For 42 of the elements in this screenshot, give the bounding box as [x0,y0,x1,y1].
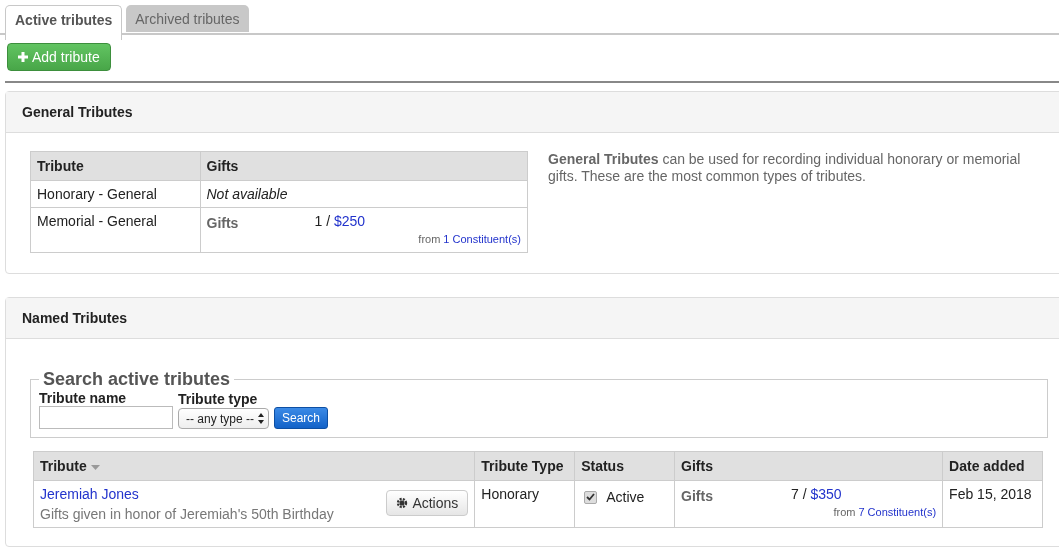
gifts-label: Gifts [681,487,714,504]
panel-title: Named Tributes [6,298,1059,339]
constituents-link[interactable]: 7 Constituent(s) [858,506,937,518]
tribute-type-cell: Honorary [474,480,575,528]
tribute-note: Gifts given in honor of Jeremiah's 50th Birthday [40,506,334,522]
tribute-type-select[interactable]: -- any type -- [178,408,269,429]
amount-link[interactable]: $350 [810,486,842,502]
column-header[interactable]: Tribute [33,451,475,481]
column-header: Date added [942,451,1043,481]
actions-button[interactable]: Actions [386,490,469,516]
amount-link[interactable]: $250 [333,213,366,229]
column-header: Tribute [30,151,200,181]
constituents-link[interactable]: 1 Constituent(s) [443,233,521,245]
gift-count: 7 / [791,486,808,502]
from-text: from [833,506,856,518]
updown-icon [258,413,264,424]
tab[interactable]: Active tributes [5,5,123,40]
tribute-name-input[interactable] [39,406,173,429]
gear-icon [396,497,409,509]
tab[interactable]: Archived tributes [126,5,249,32]
column-header: Status [574,451,675,481]
gift-count: 1 / [314,213,332,229]
sort-caret-icon [90,464,100,470]
tribute-link[interactable]: Jeremiah Jones [40,486,139,502]
not-available-text: Not available [206,186,288,202]
search-legend: Search active tributes [39,369,235,390]
plus-icon [18,52,28,62]
field-label: Tribute type [178,391,259,407]
panel-title: General Tributes [6,92,1059,133]
description-text: General Tributes can be used for recording individual honorary or memorial gifts. These are the most common types of tributes. [548,151,1022,186]
column-header: Gifts [200,151,528,181]
search-button[interactable]: Search [274,407,329,429]
gifts-label: Gifts [206,214,240,231]
active-checkbox[interactable] [584,490,598,504]
tribute-cell: Memorial - General [30,207,200,253]
status-text: Active [606,489,645,505]
column-header: Gifts [674,451,943,481]
column-header: Tribute Type [474,451,575,481]
field-label: Tribute name [39,390,128,406]
from-text: from [418,233,441,245]
date-cell: Feb 15, 2018 [942,480,1043,528]
tribute-cell: Honorary - General [30,180,200,208]
